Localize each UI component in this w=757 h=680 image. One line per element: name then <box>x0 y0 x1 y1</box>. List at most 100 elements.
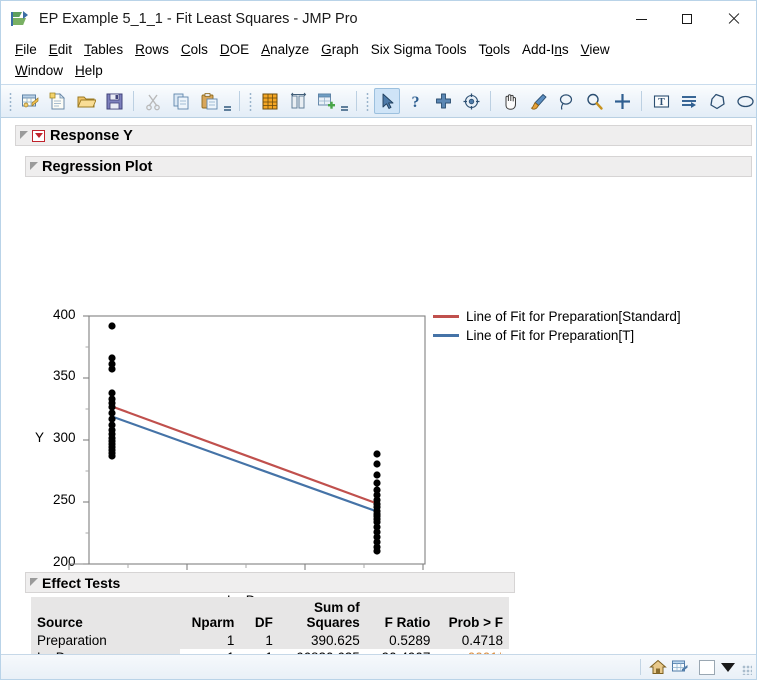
resize-grip-icon[interactable] <box>742 665 752 675</box>
response-y-header[interactable]: Response Y <box>15 125 752 146</box>
data-table-window-icon[interactable] <box>670 658 690 676</box>
minimize-icon <box>635 18 647 20</box>
copy-icon[interactable] <box>168 88 194 114</box>
menu-file[interactable]: File <box>9 39 43 60</box>
toolbar-separator <box>490 91 491 111</box>
legend-swatch-t <box>433 334 459 337</box>
lasso-icon[interactable] <box>553 88 579 114</box>
column-header-nparm-label: Nparm <box>191 615 235 630</box>
legend-item[interactable]: Line of Fit for Preparation[Standard] <box>433 307 681 326</box>
menu-bar: File Edit Tables Rows Cols DOE Analyze Graph Six… <box>1 37 756 84</box>
brush-icon[interactable] <box>525 88 551 114</box>
toolbar-overflow-button-1[interactable] <box>223 89 232 113</box>
data-table-icon[interactable] <box>257 88 283 114</box>
plot-legend: Line of Fit for Preparation[Standard] Li… <box>433 307 681 345</box>
menu-doe[interactable]: DOE <box>214 39 255 60</box>
cell-prob-f: <.0001* <box>436 649 509 654</box>
polygon-icon[interactable] <box>704 88 730 114</box>
menu-view[interactable]: View <box>575 39 616 60</box>
disclosure-triangle-icon[interactable] <box>30 161 38 170</box>
toolbar-grip[interactable] <box>248 91 253 111</box>
toolbar-grip[interactable] <box>365 91 370 111</box>
hand-grabber-icon[interactable] <box>497 88 523 114</box>
cell-nparm: 1 <box>179 632 241 649</box>
menu-analyze[interactable]: Analyze <box>255 39 315 60</box>
line-arrow-icon[interactable] <box>676 88 702 114</box>
menu-six-sigma-tools[interactable]: Six Sigma Tools <box>365 39 473 60</box>
toolbar-separator <box>133 91 134 111</box>
column-header-prob-f-label: Prob > F <box>448 615 503 630</box>
text-annotation-icon[interactable]: T <box>648 88 674 114</box>
svg-text:?: ? <box>411 94 419 111</box>
column-header-sum-line1: Sum of <box>314 600 360 615</box>
column-header-df-label: DF <box>254 615 273 630</box>
maximize-button[interactable] <box>664 1 710 37</box>
chevron-down-icon[interactable] <box>721 662 735 672</box>
table-row[interactable]: Preparation 1 1 390.625 0.5289 0.4718 <box>31 632 509 649</box>
disclosure-triangle-icon[interactable] <box>20 130 28 139</box>
menu-help[interactable]: Help <box>69 60 109 81</box>
minimize-button[interactable] <box>618 1 664 37</box>
menu-graph[interactable]: Graph <box>315 39 365 60</box>
report-content: Response Y Regression Plot Y Ln Dose 400… <box>1 118 756 654</box>
cell-nparm: 1 <box>179 649 241 654</box>
legend-item[interactable]: Line of Fit for Preparation[T] <box>433 326 681 345</box>
jmp-app-icon <box>11 11 31 27</box>
column-header-sum-of-squares[interactable]: Sum of Squares <box>278 597 366 632</box>
response-y-title: Response Y <box>50 127 133 144</box>
crosshair-icon[interactable] <box>430 88 456 114</box>
cell-sum-of-squares: 390.625 <box>278 632 366 649</box>
new-data-table-icon[interactable] <box>17 88 43 114</box>
menu-tools[interactable]: Tools <box>473 39 517 60</box>
menu-add-ins[interactable]: Add-Ins <box>516 39 575 60</box>
crosshair-plus-icon[interactable] <box>609 88 635 114</box>
scatter-group-right <box>373 450 381 555</box>
arrow-select-icon[interactable] <box>374 88 400 114</box>
column-header-prob-f[interactable]: Prob > F <box>436 597 509 632</box>
toolbar-grip[interactable] <box>8 91 13 111</box>
close-icon <box>727 13 739 25</box>
menu-rows[interactable]: Rows <box>129 39 175 60</box>
menu-window[interactable]: Window <box>9 60 69 81</box>
regression-plot-header[interactable]: Regression Plot <box>25 156 752 177</box>
status-value-box[interactable] <box>699 659 715 675</box>
new-script-icon[interactable] <box>45 88 71 114</box>
magnifier-icon[interactable] <box>581 88 607 114</box>
question-help-icon[interactable]: ? <box>402 88 428 114</box>
toolbar-separator <box>641 91 642 111</box>
column-header-source[interactable]: Source <box>31 597 180 632</box>
ellipse-icon[interactable] <box>732 88 757 114</box>
table-row[interactable]: Ln Dose 1 1 66830.625 90.4907 <.0001* <box>31 649 509 654</box>
column-header-source-label: Source <box>37 615 83 630</box>
close-button[interactable] <box>710 1 756 37</box>
paste-icon[interactable] <box>196 88 222 114</box>
cell-f-ratio: 0.5289 <box>365 632 437 649</box>
column-header-df[interactable]: DF <box>240 597 279 632</box>
regression-plot-title: Regression Plot <box>42 158 153 175</box>
window-controls <box>618 1 756 37</box>
menu-tables[interactable]: Tables <box>78 39 129 60</box>
columns-icon[interactable] <box>285 88 311 114</box>
effect-tests-header[interactable]: Effect Tests <box>25 572 515 593</box>
column-header-nparm[interactable]: Nparm <box>179 597 241 632</box>
home-icon[interactable] <box>648 658 668 676</box>
cell-f-ratio: 90.4907 <box>365 649 437 654</box>
column-header-sum-line2: Squares <box>306 615 360 630</box>
legend-label-t: Line of Fit for Preparation[T] <box>466 328 635 343</box>
cell-prob-f: 0.4718 <box>436 632 509 649</box>
annotate-target-icon[interactable] <box>458 88 484 114</box>
column-header-f-ratio[interactable]: F Ratio <box>365 597 437 632</box>
open-folder-icon[interactable] <box>73 88 99 114</box>
table-header: Source Nparm DF Sum of Squares F Ratio P… <box>31 597 509 632</box>
legend-swatch-standard <box>433 315 459 318</box>
disclosure-triangle-icon[interactable] <box>30 577 38 586</box>
cut-scissors-icon[interactable] <box>140 88 166 114</box>
save-icon[interactable] <box>101 88 127 114</box>
red-triangle-menu-icon[interactable] <box>32 129 45 142</box>
menu-edit[interactable]: Edit <box>43 39 78 60</box>
status-bar <box>1 654 756 679</box>
menu-cols[interactable]: Cols <box>175 39 214 60</box>
maximize-icon <box>682 14 692 24</box>
add-rows-icon[interactable] <box>313 88 339 114</box>
toolbar-overflow-button-2[interactable] <box>340 89 349 113</box>
